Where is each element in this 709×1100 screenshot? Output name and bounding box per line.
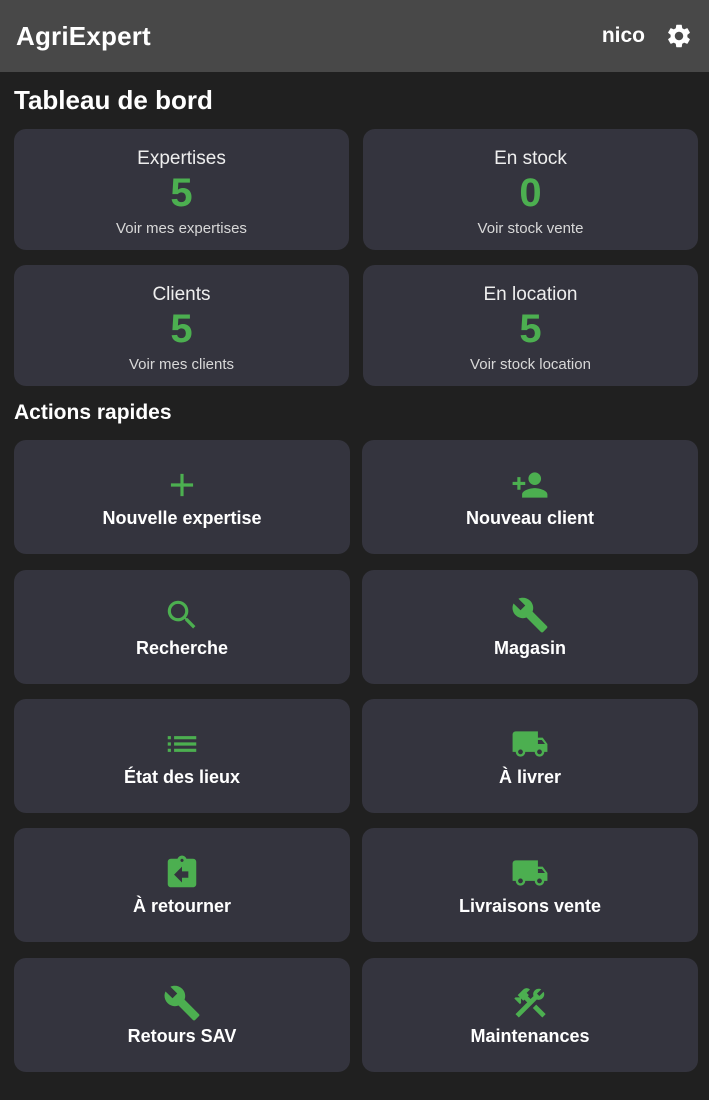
action-label: Maintenances (470, 1026, 590, 1046)
stat-label: Expertises (137, 148, 226, 169)
store-button[interactable]: Magasin (362, 570, 698, 684)
truck-icon (511, 854, 549, 892)
action-label: À livrer (498, 767, 562, 787)
list-icon (163, 725, 201, 763)
gear-icon[interactable] (665, 22, 693, 50)
stat-link[interactable]: Voir mes clients (129, 356, 234, 373)
action-label: Recherche (135, 638, 229, 658)
app-title: AgriExpert (16, 20, 151, 51)
stat-card-clients[interactable]: Clients 5 Voir mes clients (14, 265, 349, 386)
inventory-check-button[interactable]: État des lieux (14, 699, 350, 813)
action-label: État des lieux (123, 767, 241, 787)
action-label: Retours SAV (127, 1026, 237, 1046)
stat-value: 5 (170, 307, 193, 351)
to-deliver-button[interactable]: À livrer (362, 699, 698, 813)
username[interactable]: nico (602, 24, 645, 48)
stat-link[interactable]: Voir stock vente (478, 220, 584, 237)
new-client-button[interactable]: Nouveau client (362, 440, 698, 554)
clipboard-return-icon (163, 854, 201, 892)
add-icon (163, 466, 201, 504)
page-title: Tableau de bord (14, 85, 213, 115)
truck-icon (511, 725, 549, 763)
search-icon (163, 596, 201, 634)
stat-card-en-stock[interactable]: En stock 0 Voir stock vente (363, 129, 698, 250)
wrench-icon (163, 984, 201, 1022)
stat-value: 5 (519, 307, 542, 351)
action-label: Nouvelle expertise (102, 508, 262, 528)
stat-link[interactable]: Voir mes expertises (116, 220, 247, 237)
stat-label: En stock (494, 148, 567, 169)
action-label: Nouveau client (465, 508, 595, 528)
new-expertise-button[interactable]: Nouvelle expertise (14, 440, 350, 554)
stat-value: 0 (519, 171, 542, 215)
stat-card-en-location[interactable]: En location 5 Voir stock location (363, 265, 698, 386)
stat-link[interactable]: Voir stock location (470, 356, 591, 373)
action-label: Livraisons vente (458, 896, 602, 916)
action-label: Magasin (493, 638, 567, 658)
to-return-button[interactable]: À retourner (14, 828, 350, 942)
stat-label: Clients (152, 284, 211, 305)
stat-label: En location (483, 284, 578, 305)
stat-value: 5 (170, 171, 193, 215)
tools-icon (511, 984, 549, 1022)
action-label: À retourner (132, 896, 231, 916)
sales-deliveries-button[interactable]: Livraisons vente (362, 828, 698, 942)
maintenance-button[interactable]: Maintenances (362, 958, 698, 1072)
section-title-actions: Actions rapides (14, 401, 172, 424)
sav-returns-button[interactable]: Retours SAV (14, 958, 350, 1072)
search-button[interactable]: Recherche (14, 570, 350, 684)
app-bar: AgriExpert nico (0, 0, 709, 72)
stat-card-expertises[interactable]: Expertises 5 Voir mes expertises (14, 129, 349, 250)
wrench-icon (511, 596, 549, 634)
person-add-icon (511, 466, 549, 504)
